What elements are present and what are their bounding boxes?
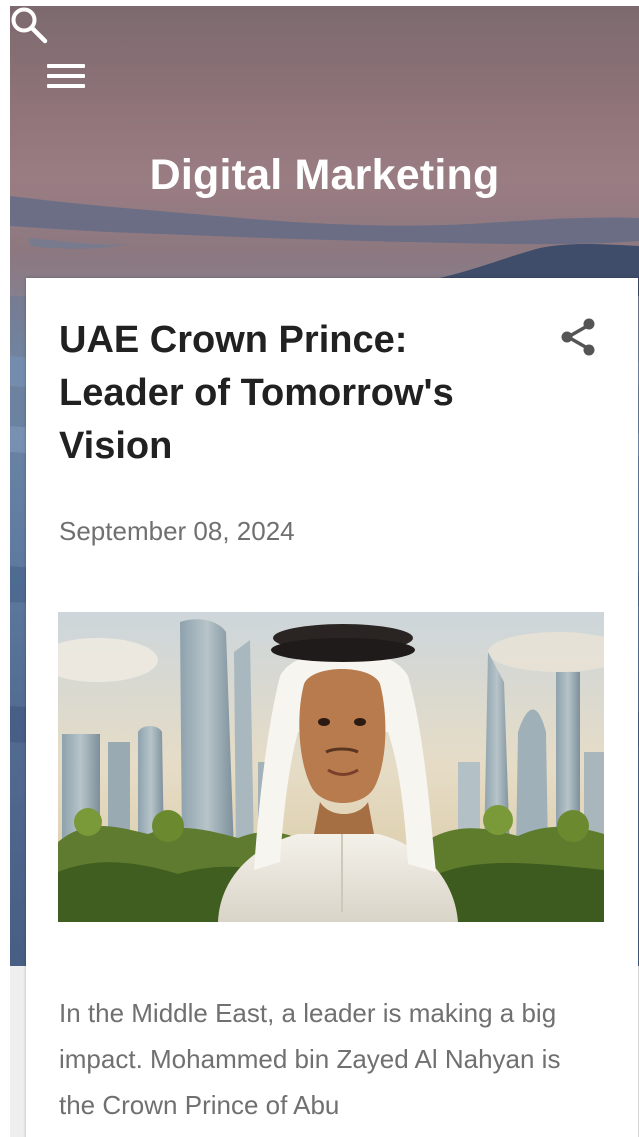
menu-icon[interactable] [47, 64, 85, 90]
post-title[interactable]: UAE Crown Prince: Leader of Tomorrow's V… [59, 314, 519, 473]
blog-title[interactable]: Digital Marketing [10, 151, 639, 200]
search-icon[interactable] [10, 6, 48, 44]
post-card: UAE Crown Prince: Leader of Tomorrow's V… [26, 278, 638, 1137]
post-snippet: In the Middle East, a leader is making a… [59, 998, 561, 1120]
post-featured-image[interactable] [58, 612, 604, 922]
share-icon[interactable] [556, 314, 602, 360]
crown-prince-skyline-illustration [58, 612, 604, 922]
blog-page: Digital Marketing UAE Crown Prince: Lead… [10, 6, 639, 1137]
post-date: September 08, 2024 [59, 516, 295, 546]
